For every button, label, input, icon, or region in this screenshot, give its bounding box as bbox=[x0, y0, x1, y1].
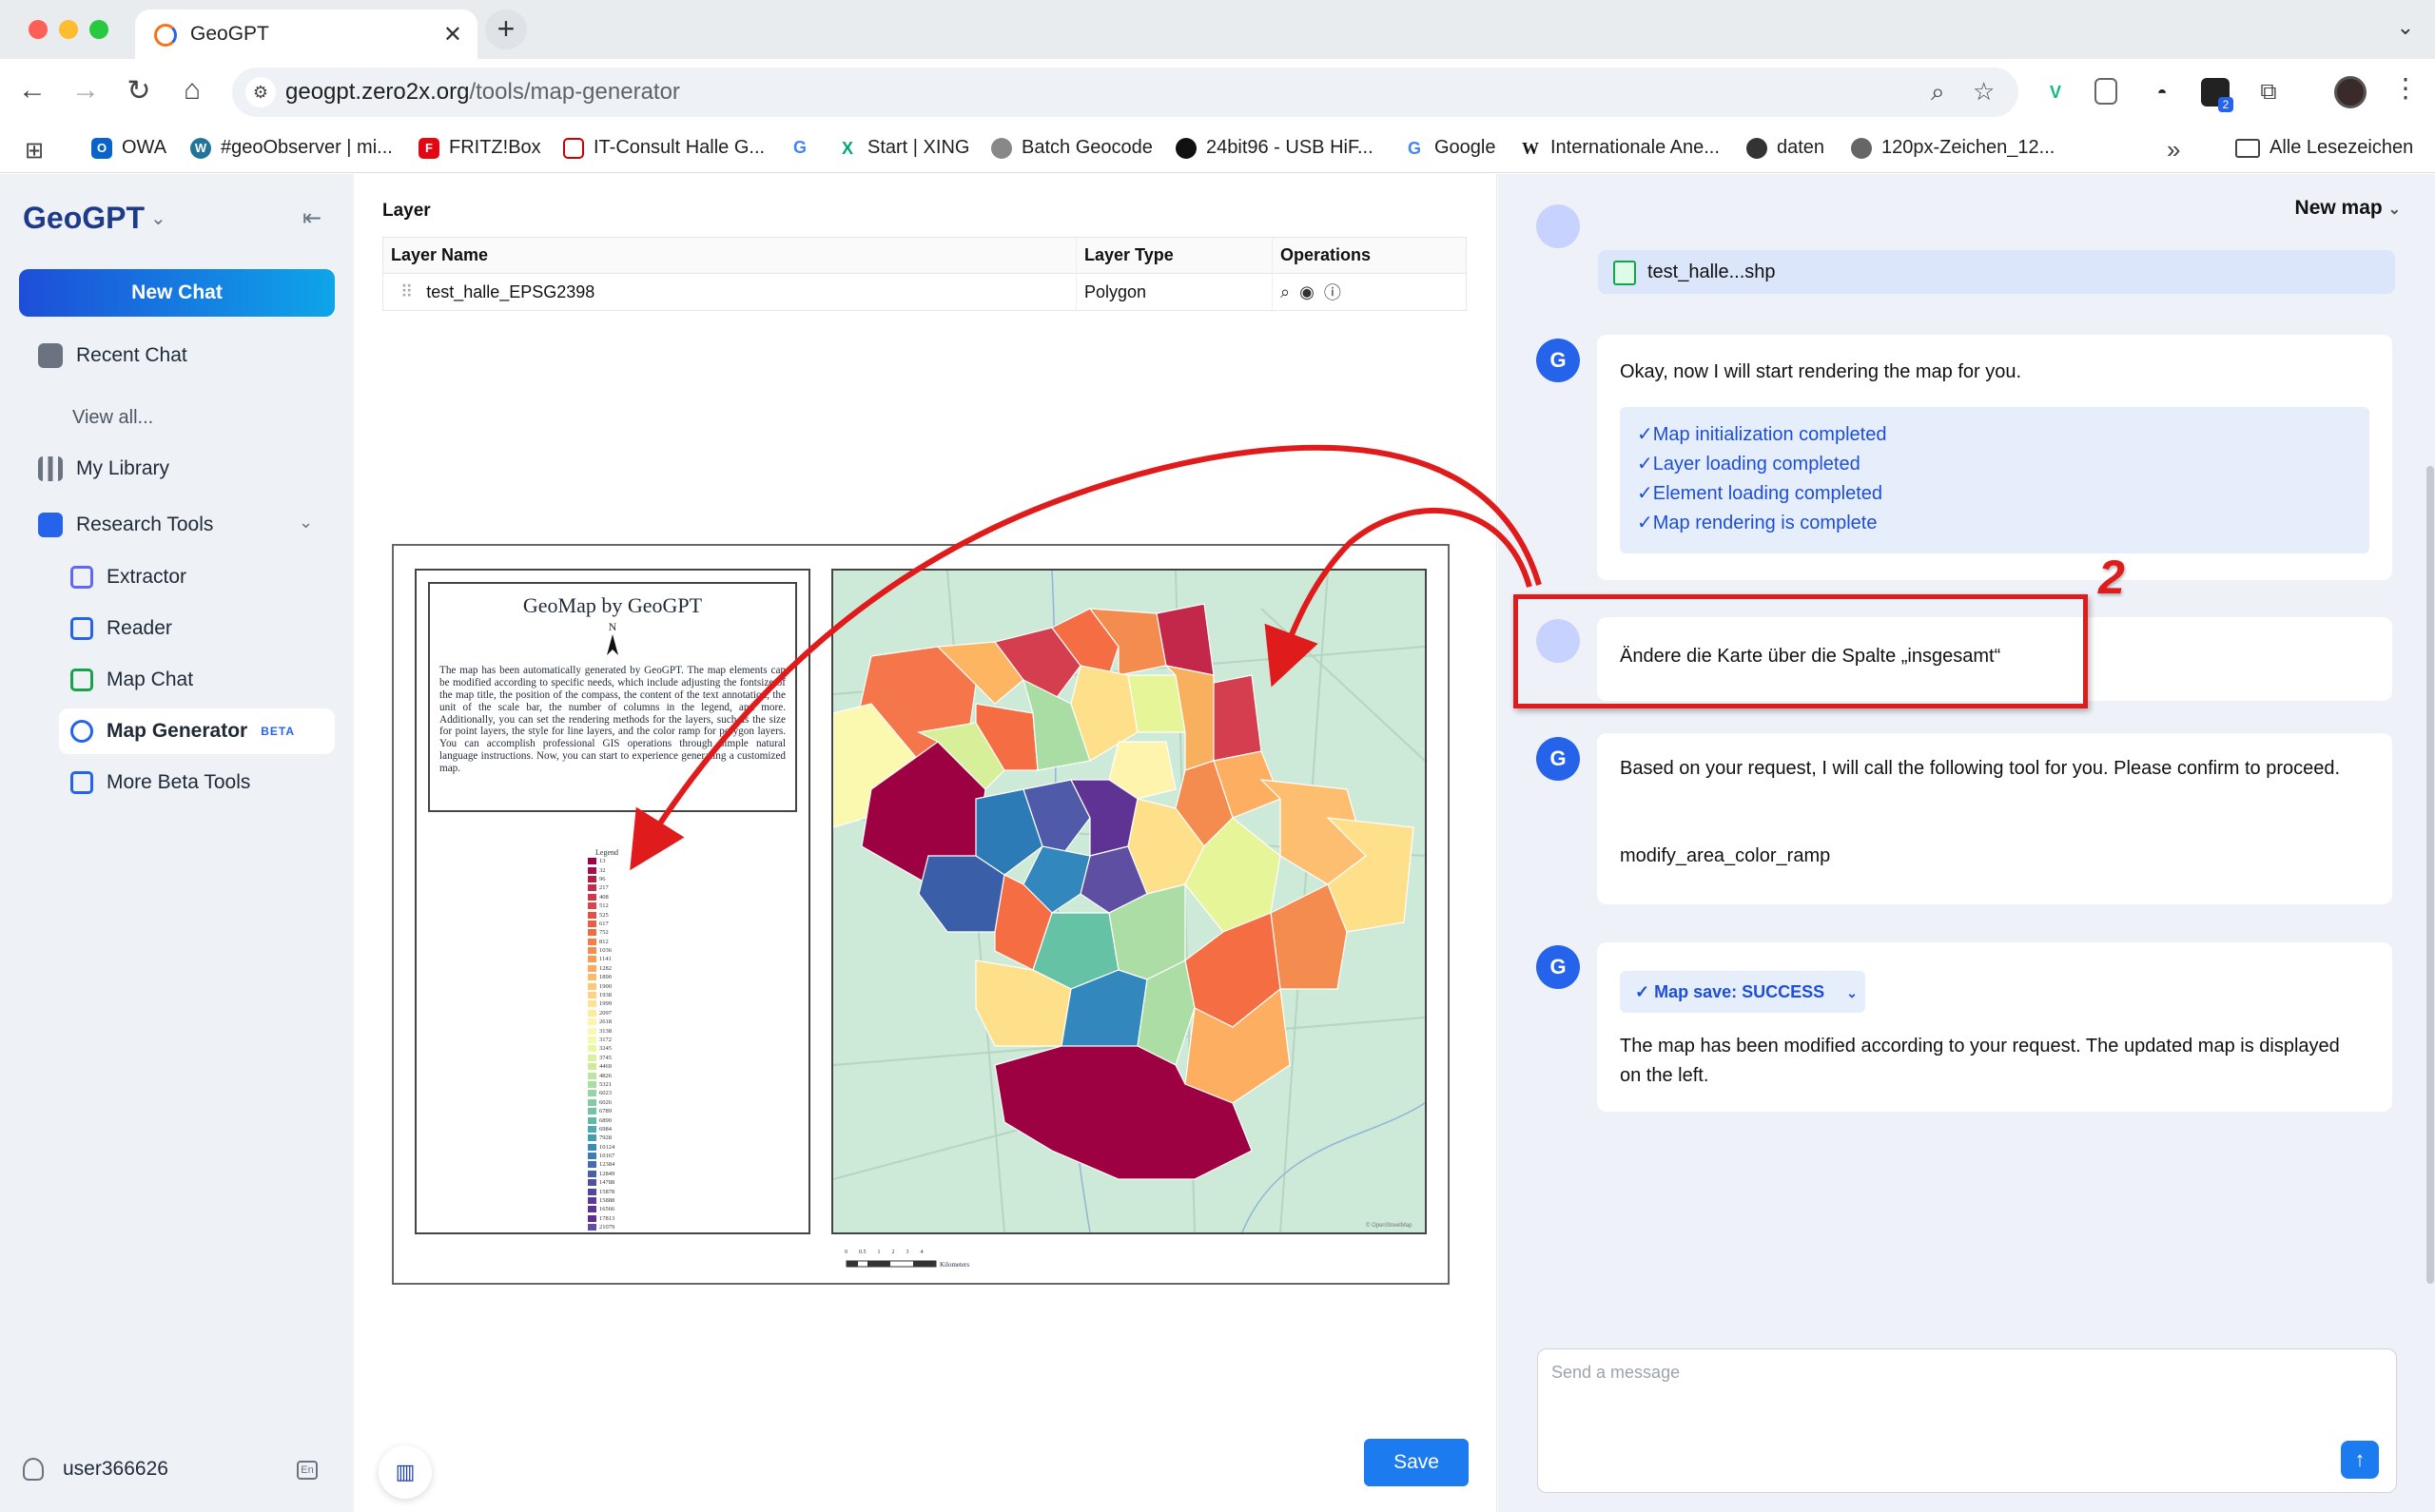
annotation-arrow-to-map bbox=[1264, 507, 1532, 688]
annotation-arrow-to-legend bbox=[630, 444, 1542, 871]
annotation-arrows bbox=[630, 444, 1542, 871]
